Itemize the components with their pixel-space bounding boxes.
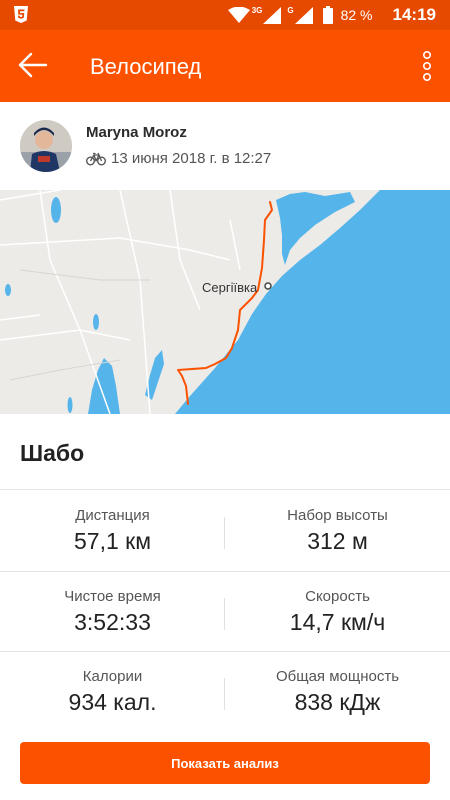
athlete-header: Maryna Moroz 13 июня 2018 г. в 12:27 bbox=[0, 102, 450, 190]
stat-calories: Калории 934 кал. bbox=[0, 652, 225, 732]
lake bbox=[93, 314, 99, 330]
stat-elevation: Набор высоты 312 м bbox=[225, 491, 450, 571]
network-type-label: 3G bbox=[251, 5, 263, 15]
lake bbox=[5, 284, 11, 296]
stat-value: 934 кал. bbox=[68, 689, 157, 715]
stat-label: Скорость bbox=[305, 588, 370, 605]
route-map[interactable]: Сергіївка bbox=[0, 190, 450, 414]
lake bbox=[67, 397, 73, 413]
stat-label: Калории bbox=[82, 668, 143, 685]
network-type-label-2: G bbox=[287, 5, 294, 15]
page-title: Велосипед bbox=[90, 54, 202, 79]
stat-value: 57,1 км bbox=[73, 528, 152, 554]
stats-grid: Дистанция 57,1 км Набор высоты 312 м Чис… bbox=[0, 491, 450, 731]
stat-label: Набор высоты bbox=[287, 507, 388, 524]
activity-date: 13 июня 2018 г. в 12:27 bbox=[111, 150, 272, 167]
stat-total-work: Общая мощность 838 кДж bbox=[225, 652, 450, 732]
activity-title-block: Шабо bbox=[0, 414, 450, 490]
stats-row: Чистое время 3:52:33 Скорость 14,7 км/ч bbox=[0, 571, 450, 651]
clock: 14:19 bbox=[392, 5, 436, 24]
stats-row: Дистанция 57,1 км Набор высоты 312 м bbox=[0, 491, 450, 571]
more-vert-icon[interactable] bbox=[422, 50, 432, 82]
stat-value: 312 м bbox=[307, 528, 368, 554]
stat-distance: Дистанция 57,1 км bbox=[0, 491, 225, 571]
battery-icon bbox=[322, 6, 333, 24]
stats-row: Калории 934 кал. Общая мощность 838 кДж bbox=[0, 651, 450, 731]
app-bar: Велосипед bbox=[0, 30, 450, 102]
activity-meta: 13 июня 2018 г. в 12:27 bbox=[86, 150, 271, 167]
activity-title: Шабо bbox=[20, 440, 85, 466]
stat-label: Чистое время bbox=[64, 588, 161, 605]
athlete-name[interactable]: Maryna Moroz bbox=[86, 124, 187, 141]
html5-icon bbox=[14, 6, 28, 23]
stat-value: 3:52:33 bbox=[74, 609, 151, 635]
stat-moving-time: Чистое время 3:52:33 bbox=[0, 572, 225, 652]
signal-icon bbox=[263, 6, 282, 24]
place-marker bbox=[264, 282, 272, 290]
place-label: Сергіївка bbox=[202, 280, 258, 295]
stat-value: 838 кДж bbox=[294, 689, 381, 715]
stat-label: Общая мощность bbox=[275, 668, 400, 685]
bike-icon bbox=[86, 152, 106, 165]
status-bar: 3G G 82 % 14:19 bbox=[0, 0, 450, 30]
avatar[interactable] bbox=[20, 120, 72, 172]
signal-icon bbox=[294, 6, 313, 24]
back-arrow-icon[interactable] bbox=[18, 52, 48, 78]
stat-label: Дистанция bbox=[75, 507, 150, 524]
lake bbox=[51, 197, 61, 223]
stat-value: 14,7 км/ч bbox=[289, 609, 386, 635]
battery-percent: 82 % bbox=[340, 7, 373, 23]
stat-speed: Скорость 14,7 км/ч bbox=[225, 572, 450, 652]
show-analysis-button[interactable]: Показать анализ bbox=[20, 742, 430, 784]
wifi-icon bbox=[227, 7, 250, 23]
